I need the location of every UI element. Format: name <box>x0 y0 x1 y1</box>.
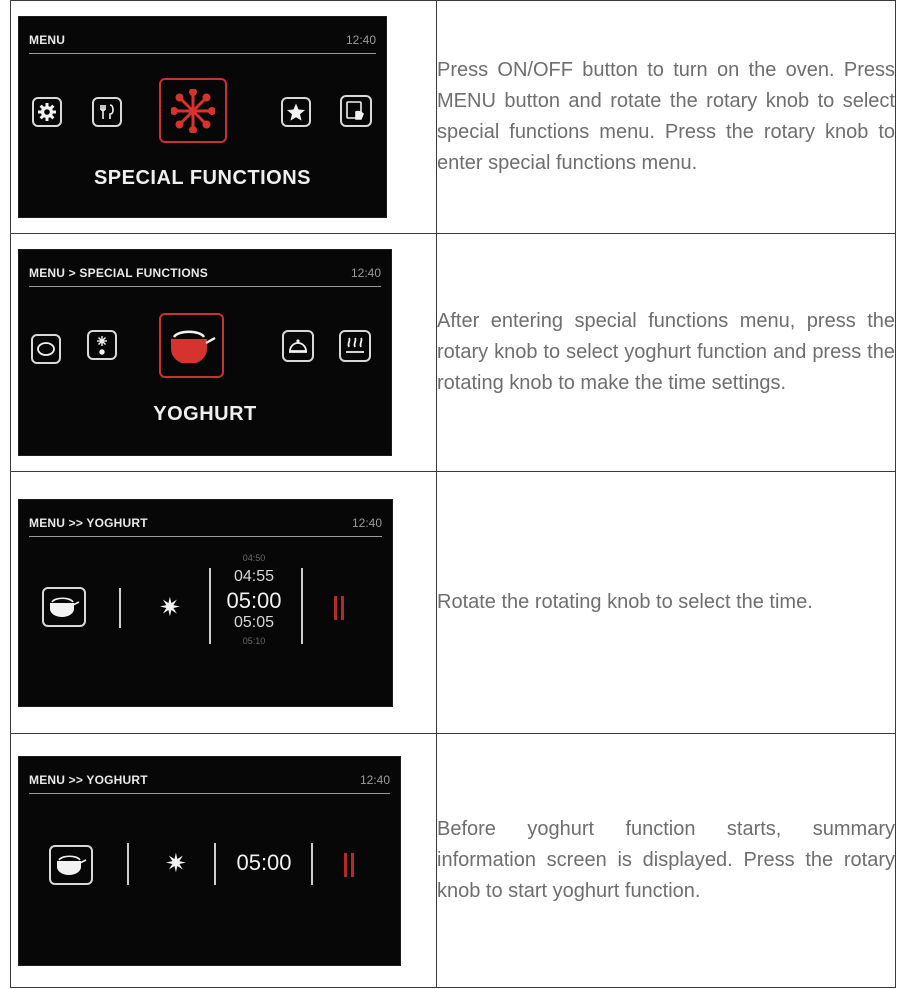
oven-display-main-menu: MENU 12:40 SPECIAL FUNCTIONS <box>18 16 387 218</box>
steam-icon <box>339 330 371 362</box>
step-3-text-cell: Rotate the rotating knob to select the t… <box>436 471 896 734</box>
time-option: 04:50 <box>242 552 266 563</box>
step-3-image-cell: MENU >> YOGHURT 12:40 ✷ 04:50 04:55 05:0… <box>10 471 437 734</box>
breadcrumb: MENU >> YOGHURT <box>29 772 148 787</box>
divider <box>311 842 313 885</box>
step-1-instructions: Press ON/OFF button to turn on the oven.… <box>437 59 895 174</box>
step-4-image-cell: MENU >> YOGHURT 12:40 ✷ 05:00 <box>10 733 437 988</box>
oven-display-summary: MENU >> YOGHURT 12:40 ✷ 05:00 <box>18 755 401 966</box>
function-title: SPECIAL FUNCTIONS <box>93 167 312 189</box>
divider <box>301 567 303 644</box>
step-2-image-cell: MENU > SPECIAL FUNCTIONS 12:40 YOGHURT <box>10 233 437 472</box>
display-header: MENU > SPECIAL FUNCTIONS 12:40 <box>29 266 381 287</box>
divider <box>209 567 211 644</box>
yoghurt-pan-icon <box>159 313 224 378</box>
dome-icon <box>282 330 314 362</box>
oven-display-time-select: MENU >> YOGHURT 12:40 ✷ 04:50 04:55 05:0… <box>18 498 393 707</box>
divider <box>214 842 216 885</box>
clock: 12:40 <box>345 33 376 47</box>
sun-icon: ✷ <box>165 847 187 878</box>
time-option: 05:05 <box>233 613 275 631</box>
snowflake-icon <box>159 78 227 143</box>
clock: 12:40 <box>350 266 381 280</box>
function-title: YOGHURT <box>153 403 257 425</box>
step-4-instructions: Before yoghurt function starts, summary … <box>437 818 895 902</box>
star-icon <box>281 97 311 127</box>
step-3-instructions: Rotate the rotating knob to select the t… <box>437 591 813 613</box>
clock: 12:40 <box>359 772 390 787</box>
dough-icon <box>31 334 61 364</box>
step-row-1: MENU 12:40 SPECIAL FUNCTIONS Press ON/OF… <box>10 0 896 234</box>
selected-time: 05:00 <box>226 587 282 613</box>
breadcrumb: MENU >> YOGHURT <box>29 515 148 530</box>
pause-icon <box>344 852 356 877</box>
step-2-text-cell: After entering special functions menu, p… <box>436 233 896 472</box>
clock: 12:40 <box>351 515 382 530</box>
selected-time: 05:00 <box>236 849 292 875</box>
settings-gear-icon <box>32 97 62 127</box>
sun-icon: ✷ <box>159 591 181 622</box>
display-header: MENU >> YOGHURT 12:40 <box>29 516 382 537</box>
instructions-table: MENU 12:40 SPECIAL FUNCTIONS Press ON/OF… <box>10 0 896 988</box>
step-row-4: MENU >> YOGHURT 12:40 ✷ 05:00 Before yog… <box>10 733 896 988</box>
step-row-2: MENU > SPECIAL FUNCTIONS 12:40 YOGHURT A… <box>10 233 896 472</box>
display-header: MENU >> YOGHURT 12:40 <box>29 773 390 794</box>
time-option: 04:55 <box>233 567 275 585</box>
step-row-3: MENU >> YOGHURT 12:40 ✷ 04:50 04:55 05:0… <box>10 471 896 734</box>
oven-display-special-functions: MENU > SPECIAL FUNCTIONS 12:40 YOGHURT <box>18 249 392 456</box>
step-4-text-cell: Before yoghurt function starts, summary … <box>436 733 896 988</box>
defrost-icon <box>87 330 117 360</box>
cutlery-icon <box>92 97 122 127</box>
step-2-instructions: After entering special functions menu, p… <box>437 310 895 394</box>
divider <box>119 587 121 628</box>
step-1-text-cell: Press ON/OFF button to turn on the oven.… <box>436 0 896 234</box>
time-option: 05:10 <box>242 635 266 646</box>
yoghurt-function-icon <box>42 586 86 627</box>
pause-icon <box>334 595 346 620</box>
yoghurt-function-icon <box>49 844 93 885</box>
recipe-hand-icon <box>340 95 372 127</box>
display-header: MENU 12:40 <box>29 33 376 54</box>
breadcrumb: MENU > SPECIAL FUNCTIONS <box>29 266 208 280</box>
breadcrumb: MENU <box>29 33 66 47</box>
step-1-image-cell: MENU 12:40 SPECIAL FUNCTIONS <box>10 0 437 234</box>
divider <box>127 842 129 885</box>
